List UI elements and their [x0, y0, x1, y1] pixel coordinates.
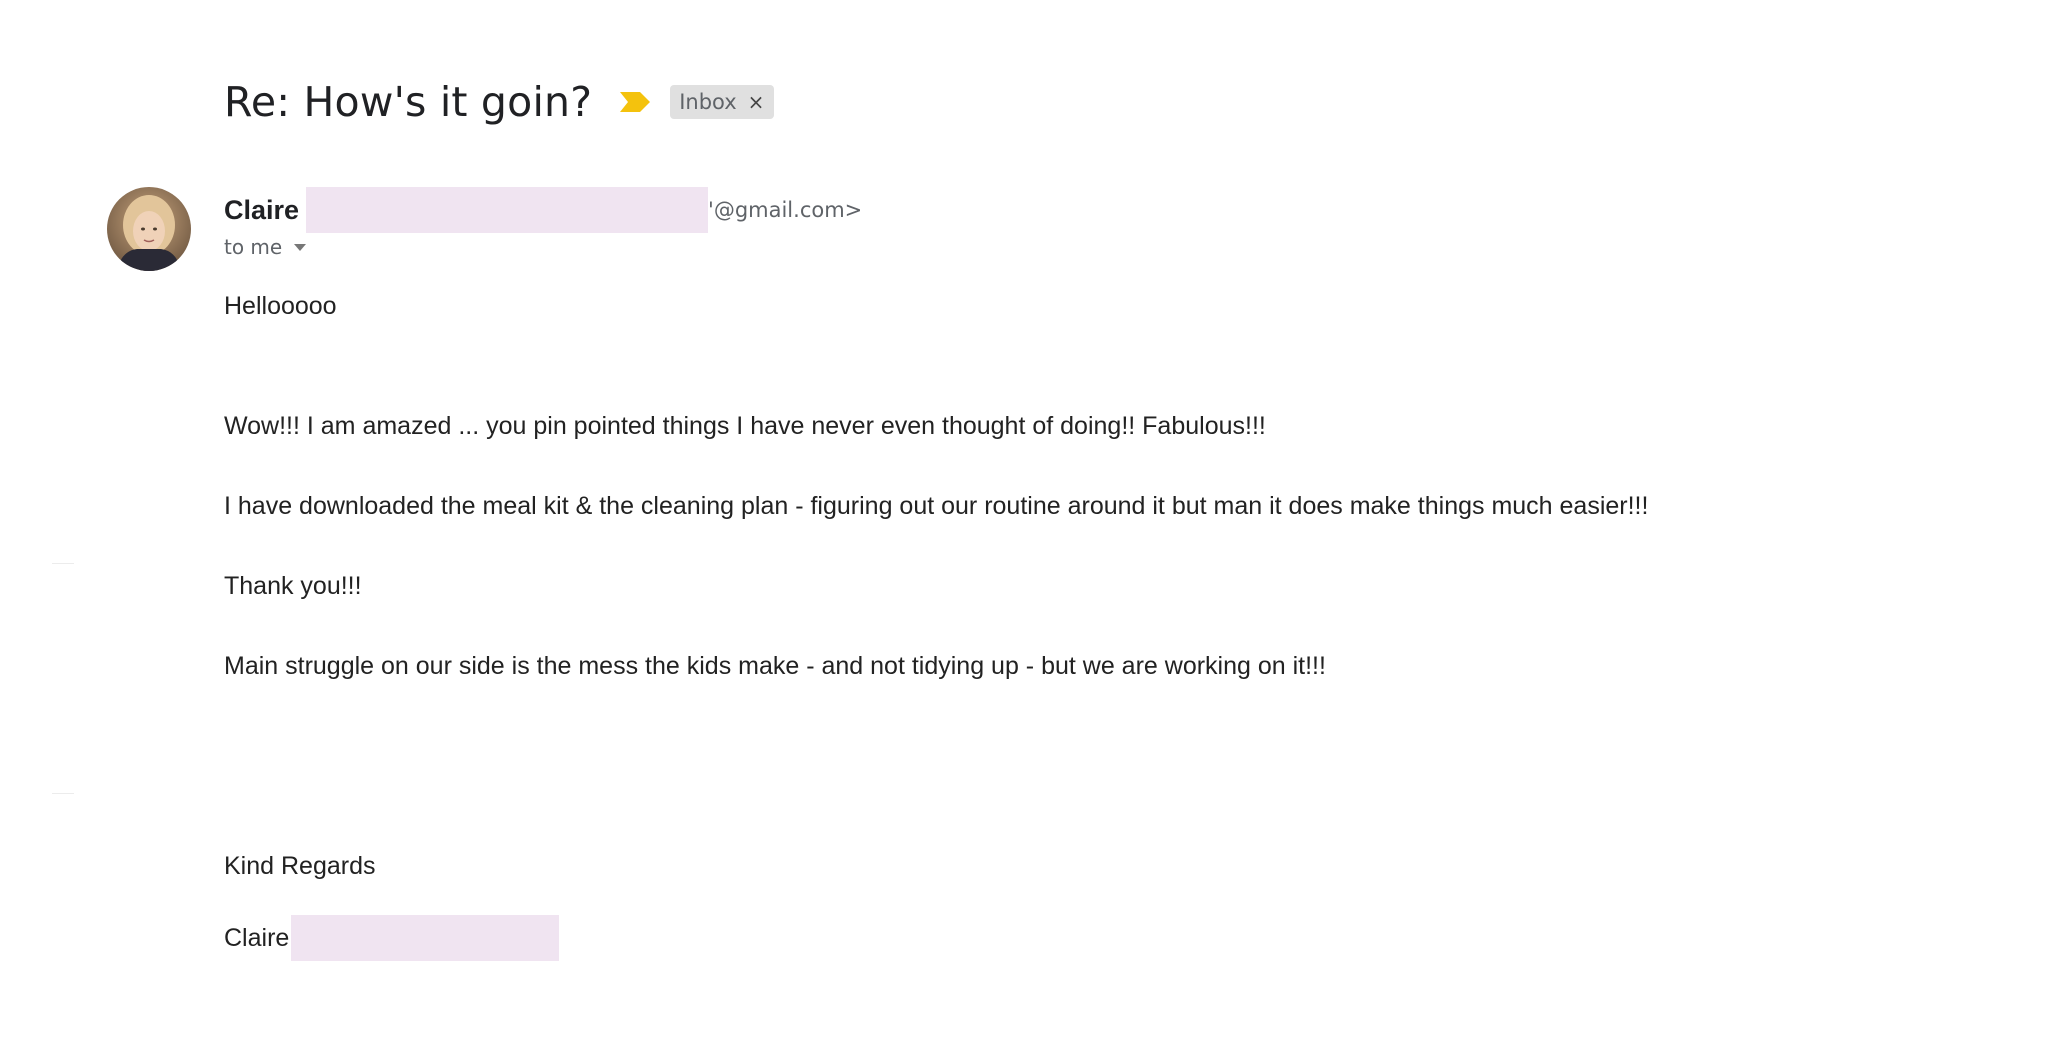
label-chip-inbox: Inbox × [670, 85, 775, 119]
recipient-text: to me [224, 235, 283, 259]
body-line: Main struggle on our side is the mess th… [224, 652, 1326, 680]
chevron-down-icon[interactable] [294, 243, 307, 251]
signature: Claire [224, 915, 560, 961]
importance-marker-icon[interactable] [618, 90, 652, 114]
signature-name: Claire [224, 923, 290, 952]
email-view: Re: How's it goin? Inbox × Claire '@gmai… [0, 0, 2048, 1050]
redacted-surname-block [291, 915, 560, 961]
body-line: I have downloaded the meal kit & the cle… [224, 492, 1649, 520]
remove-label-icon[interactable]: × [748, 90, 765, 114]
body-line: Hellooooo [224, 292, 337, 320]
avatar-photo-icon [107, 187, 191, 271]
sender-name[interactable]: Claire [224, 195, 299, 226]
subject-header: Re: How's it goin? Inbox × [224, 72, 775, 132]
body-line: Thank you!!! [224, 572, 362, 600]
recipient-details-toggle[interactable]: to me [224, 235, 307, 259]
divider [52, 793, 74, 794]
closing-text: Kind Regards [224, 852, 376, 880]
sender-email: '@gmail.com> [708, 198, 863, 222]
sender-avatar[interactable] [107, 187, 191, 271]
sender-info: Claire '@gmail.com> [224, 186, 862, 234]
email-subject: Re: How's it goin? [224, 78, 593, 126]
label-chip-text: Inbox [679, 90, 737, 114]
divider [52, 563, 74, 564]
body-line: Wow!!! I am amazed ... you pin pointed t… [224, 412, 1266, 440]
redacted-email-block [306, 187, 709, 233]
